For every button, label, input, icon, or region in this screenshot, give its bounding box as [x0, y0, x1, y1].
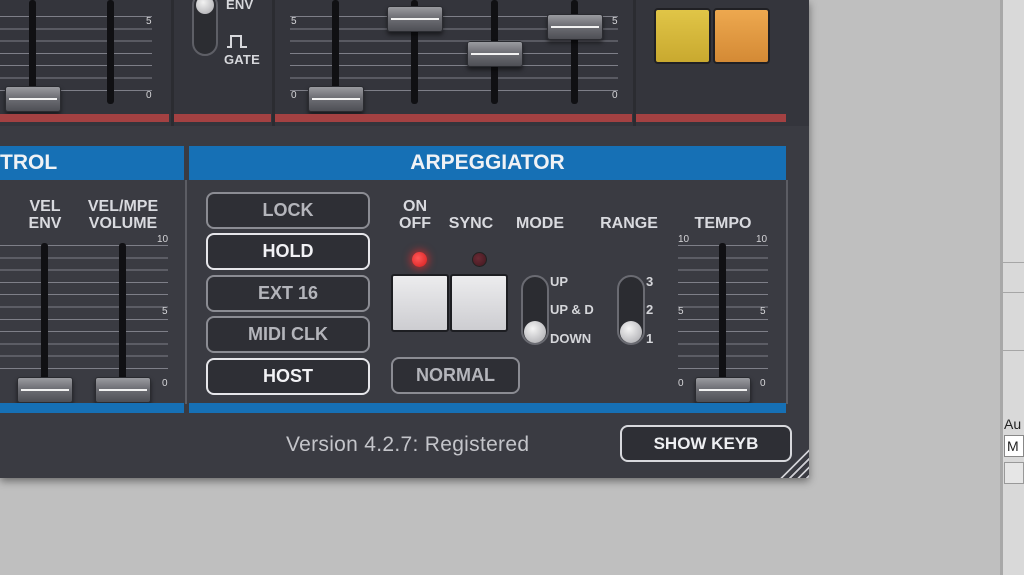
- scale-label: 5: [291, 16, 297, 27]
- host-preset-field[interactable]: M: [1004, 435, 1024, 457]
- sync-label: SYNC: [448, 215, 494, 232]
- vel-env-slider-handle[interactable]: [17, 377, 73, 403]
- slider-handle[interactable]: [308, 86, 364, 112]
- scale-label: 10: [756, 234, 768, 245]
- slider-handle[interactable]: [467, 41, 523, 67]
- show-keyboard-button[interactable]: SHOW KEYB: [620, 425, 792, 462]
- arp-on-led: [412, 252, 427, 267]
- slider-scale: [0, 245, 168, 375]
- slider-handle[interactable]: [547, 14, 603, 40]
- host-button[interactable]: HOST: [206, 358, 370, 395]
- synth-plugin-window: 5 0 ENV GATE 5 0 5 0 TROL ARPEGGIATOR VE…: [0, 0, 809, 478]
- slider-handle[interactable]: [5, 86, 61, 112]
- scale-label: 0: [760, 378, 766, 389]
- mode-label: MODE: [516, 215, 564, 232]
- sync-button[interactable]: [450, 274, 508, 332]
- slider-handle[interactable]: [387, 6, 443, 32]
- tempo-slider-handle[interactable]: [695, 377, 751, 403]
- scale-label: 10: [157, 234, 169, 245]
- tempo-slider-rail: [719, 243, 726, 393]
- scale-label: 5: [612, 16, 618, 27]
- version-text: Version 4.2.7: Registered: [286, 433, 530, 456]
- divider: [633, 0, 636, 126]
- scale-label: 5: [162, 306, 168, 317]
- host-au-label: Au: [1004, 416, 1022, 432]
- orange-pad-button[interactable]: [713, 8, 770, 64]
- mode-option-down: DOWN: [550, 331, 592, 346]
- host-side-panel: [1000, 0, 1024, 575]
- ext16-button[interactable]: EXT 16: [206, 275, 370, 312]
- scale-label: 0: [678, 378, 684, 389]
- on-off-label: ON OFF: [399, 198, 431, 232]
- host-blank-field[interactable]: [1004, 462, 1024, 484]
- section-line: [636, 114, 786, 122]
- env-gate-switch[interactable]: [192, 0, 218, 56]
- hold-button[interactable]: HOLD: [206, 233, 370, 270]
- slider-rail: [107, 0, 114, 104]
- scale-label: 0: [146, 90, 152, 101]
- lock-button[interactable]: LOCK: [206, 192, 370, 229]
- gate-label: GATE: [224, 52, 260, 67]
- range-label: RANGE: [600, 215, 658, 232]
- arp-on-off-button[interactable]: [391, 274, 449, 332]
- scale-label: 0: [162, 378, 168, 389]
- section-line: [0, 114, 169, 122]
- section-line: [275, 114, 632, 122]
- mode-option-up-down: UP & D: [550, 302, 594, 317]
- midi-clk-button[interactable]: MIDI CLK: [206, 316, 370, 353]
- divider: [171, 0, 174, 126]
- normal-button[interactable]: NORMAL: [391, 357, 520, 394]
- switch-knob: [196, 0, 214, 14]
- range-option-2: 2: [646, 302, 654, 317]
- gate-waveform-icon: [227, 35, 247, 48]
- tempo-label: TEMPO: [694, 215, 752, 232]
- arpeggiator-header: ARPEGGIATOR: [189, 146, 786, 180]
- range-option-1: 1: [646, 331, 654, 346]
- divider: [185, 180, 187, 404]
- section-bottom-bar: [189, 403, 786, 413]
- scale-label: 5: [678, 306, 684, 317]
- scale-label: 0: [291, 90, 297, 101]
- scale-label: 0: [612, 90, 618, 101]
- control-section-header: TROL: [0, 146, 184, 180]
- scale-label: 5: [146, 16, 152, 27]
- slider-rail: [119, 243, 126, 393]
- range-switch[interactable]: [617, 275, 645, 345]
- yellow-pad-button[interactable]: [654, 8, 711, 64]
- range-switch-knob: [620, 321, 642, 343]
- mode-option-up: UP: [550, 274, 569, 289]
- control-header-text: TROL: [0, 151, 58, 174]
- range-option-3: 3: [646, 274, 654, 289]
- scale-label: 10: [678, 234, 690, 245]
- vel-mpe-volume-label: VEL/MPE VOLUME: [87, 198, 159, 232]
- sync-led: [472, 252, 487, 267]
- mode-switch[interactable]: [521, 275, 549, 345]
- vel-env-label: VEL ENV: [28, 198, 62, 232]
- arpeggiator-header-text: ARPEGGIATOR: [410, 151, 565, 174]
- divider: [272, 0, 275, 126]
- vel-mpe-volume-slider-handle[interactable]: [95, 377, 151, 403]
- section-bottom-bar: [0, 403, 184, 413]
- slider-rail: [41, 243, 48, 393]
- divider: [786, 180, 788, 404]
- scale-label: 5: [760, 306, 766, 317]
- mode-switch-knob: [524, 321, 546, 343]
- section-line: [174, 114, 271, 122]
- env-label: ENV: [226, 0, 254, 12]
